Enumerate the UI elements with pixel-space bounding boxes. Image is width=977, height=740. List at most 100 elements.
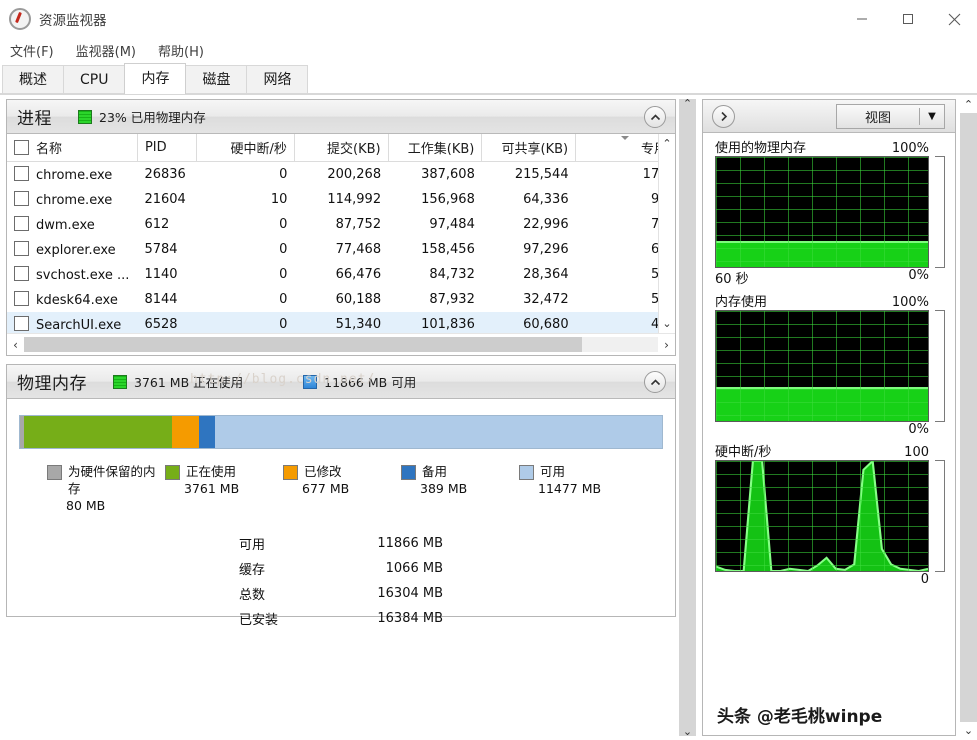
- cell-commit: 77,468: [294, 237, 388, 262]
- graph-1-ymax: 100%: [892, 141, 929, 156]
- row-checkbox[interactable]: [14, 216, 29, 231]
- physical-memory-collapse-button[interactable]: [644, 371, 666, 393]
- cell-pid: 5784: [137, 237, 196, 262]
- processes-table-container[interactable]: 名称 PID 硬中断/秒 提交(KB) 工作集(KB) 可共享(KB) 专用: [7, 134, 675, 333]
- row-checkbox[interactable]: [14, 241, 29, 256]
- right-pane-scrollbar[interactable]: ⌃ ⌄: [960, 95, 977, 740]
- processes-horizontal-scrollbar[interactable]: ‹ ›: [7, 333, 675, 355]
- left-pane-scrollbar[interactable]: ⌃ ⌄: [676, 95, 700, 740]
- left-scroll-down-icon[interactable]: ⌄: [679, 725, 696, 738]
- cell-name: chrome.exe: [36, 193, 112, 208]
- tab-disk[interactable]: 磁盘: [185, 65, 247, 94]
- graphs-panel: 视图 ▼ 使用的物理内存 100%: [702, 99, 956, 736]
- menu-monitor[interactable]: 监视器(M): [76, 41, 136, 60]
- legend-item: 可用11477 MB: [519, 463, 637, 514]
- tab-memory[interactable]: 内存: [124, 63, 186, 94]
- row-checkbox[interactable]: [14, 166, 29, 181]
- cell-faults: 0: [197, 162, 295, 188]
- tab-overview[interactable]: 概述: [2, 65, 64, 94]
- cell-shareable: 32,472: [482, 287, 576, 312]
- graph-3-top-labels: 硬中断/秒 100: [715, 441, 945, 460]
- cell-working: 158,456: [388, 237, 482, 262]
- legend-value: 80 MB: [66, 497, 165, 514]
- legend-value: 389 MB: [420, 480, 519, 497]
- right-scroll-track[interactable]: [960, 113, 977, 722]
- graph-1-bottom-labels: 60 秒 0%: [715, 268, 945, 287]
- hscroll-left-icon[interactable]: ‹: [7, 338, 24, 352]
- cell-name: svchost.exe ...: [36, 268, 129, 283]
- graph-physical-memory-used: 使用的物理内存 100% 60 秒 0%: [703, 133, 955, 287]
- row-checkbox[interactable]: [14, 191, 29, 206]
- legend-item: 已修改677 MB: [283, 463, 401, 514]
- right-scroll-up-icon[interactable]: ⌃: [964, 98, 973, 111]
- cell-pid: 6528: [137, 312, 196, 333]
- table-row[interactable]: explorer.exe 5784 0 77,468 158,456 97,29…: [7, 237, 675, 262]
- table-row[interactable]: svchost.exe ... 1140 0 66,476 84,732 28,…: [7, 262, 675, 287]
- scroll-down-icon[interactable]: ⌄: [662, 317, 671, 330]
- graph-1-top-labels: 使用的物理内存 100%: [715, 137, 945, 156]
- cell-name: SearchUI.exe: [36, 318, 121, 333]
- cell-pid: 612: [137, 212, 196, 237]
- graph-3-title: 硬中断/秒: [715, 441, 771, 460]
- memory-bar-container: 为硬件保留的内存80 MB正在使用3761 MB已修改677 MB备用389 M…: [7, 399, 675, 632]
- chevron-down-icon[interactable]: ▼: [920, 111, 944, 122]
- hscroll-thumb[interactable]: [24, 337, 582, 352]
- left-column: 进程 23% 已用物理内存: [0, 95, 676, 740]
- scroll-up-icon[interactable]: ⌃: [662, 137, 671, 150]
- column-header-commit[interactable]: 提交(KB): [294, 134, 388, 162]
- window-controls: [839, 0, 977, 38]
- table-header-row: 名称 PID 硬中断/秒 提交(KB) 工作集(KB) 可共享(KB) 专用: [7, 134, 675, 162]
- row-checkbox[interactable]: [14, 291, 29, 306]
- cell-pid: 26836: [137, 162, 196, 188]
- column-header-hard-faults[interactable]: 硬中断/秒: [197, 134, 295, 162]
- memory-segment-standby: [199, 416, 214, 448]
- cell-working: 87,932: [388, 287, 482, 312]
- table-row[interactable]: chrome.exe 26836 0 200,268 387,608 215,5…: [7, 162, 675, 188]
- view-dropdown-button[interactable]: 视图 ▼: [836, 104, 945, 129]
- legend-label: 已修改: [304, 463, 342, 480]
- graph-1-grid: [716, 157, 928, 267]
- cell-commit: 60,188: [294, 287, 388, 312]
- select-all-checkbox[interactable]: [14, 140, 29, 155]
- legend-swatch-icon: [401, 465, 416, 480]
- cell-working: 156,968: [388, 187, 482, 212]
- menu-bar: 文件(F) 监视器(M) 帮助(H): [0, 38, 977, 63]
- cell-commit: 51,340: [294, 312, 388, 333]
- row-checkbox[interactable]: [14, 316, 29, 331]
- table-row[interactable]: SearchUI.exe 6528 0 51,340 101,836 60,68…: [7, 312, 675, 333]
- resource-monitor-icon: [9, 8, 31, 30]
- cell-commit: 200,268: [294, 162, 388, 188]
- minimize-button[interactable]: [839, 0, 885, 38]
- right-column: 视图 ▼ 使用的物理内存 100%: [700, 95, 977, 740]
- processes-panel-title: 进程: [17, 104, 52, 129]
- row-checkbox[interactable]: [14, 266, 29, 281]
- cell-pid: 21604: [137, 187, 196, 212]
- cell-working: 101,836: [388, 312, 482, 333]
- menu-help[interactable]: 帮助(H): [158, 41, 204, 60]
- expand-button[interactable]: [712, 105, 735, 128]
- hscroll-track[interactable]: [24, 337, 658, 352]
- processes-collapse-button[interactable]: [644, 106, 666, 128]
- left-scroll-up-icon[interactable]: ⌃: [679, 97, 696, 110]
- graph-3-bracket: [935, 460, 945, 572]
- hscroll-right-icon[interactable]: ›: [658, 338, 675, 352]
- tab-network[interactable]: 网络: [246, 65, 308, 94]
- graph-2-top-labels: 内存使用 100%: [715, 291, 945, 310]
- column-header-pid[interactable]: PID: [137, 134, 196, 162]
- right-scroll-down-icon[interactable]: ⌄: [964, 724, 973, 737]
- menu-file[interactable]: 文件(F): [10, 41, 54, 60]
- table-row[interactable]: chrome.exe 21604 10 114,992 156,968 64,3…: [7, 187, 675, 212]
- cell-pid: 1140: [137, 262, 196, 287]
- graph-hard-faults: 硬中断/秒 100 0: [703, 437, 955, 587]
- close-button[interactable]: [931, 0, 977, 38]
- column-header-name[interactable]: 名称: [7, 134, 137, 162]
- maximize-button[interactable]: [885, 0, 931, 38]
- memory-segment-in_use: [24, 416, 172, 448]
- cell-working: 84,732: [388, 262, 482, 287]
- processes-vertical-scrollbar[interactable]: ⌃ ⌄: [658, 134, 675, 333]
- table-row[interactable]: dwm.exe 612 0 87,752 97,484 22,996 74: [7, 212, 675, 237]
- column-header-working-set[interactable]: 工作集(KB): [388, 134, 482, 162]
- table-row[interactable]: kdesk64.exe 8144 0 60,188 87,932 32,472 …: [7, 287, 675, 312]
- tab-cpu[interactable]: CPU: [63, 65, 125, 94]
- column-header-shareable[interactable]: 可共享(KB): [482, 134, 576, 162]
